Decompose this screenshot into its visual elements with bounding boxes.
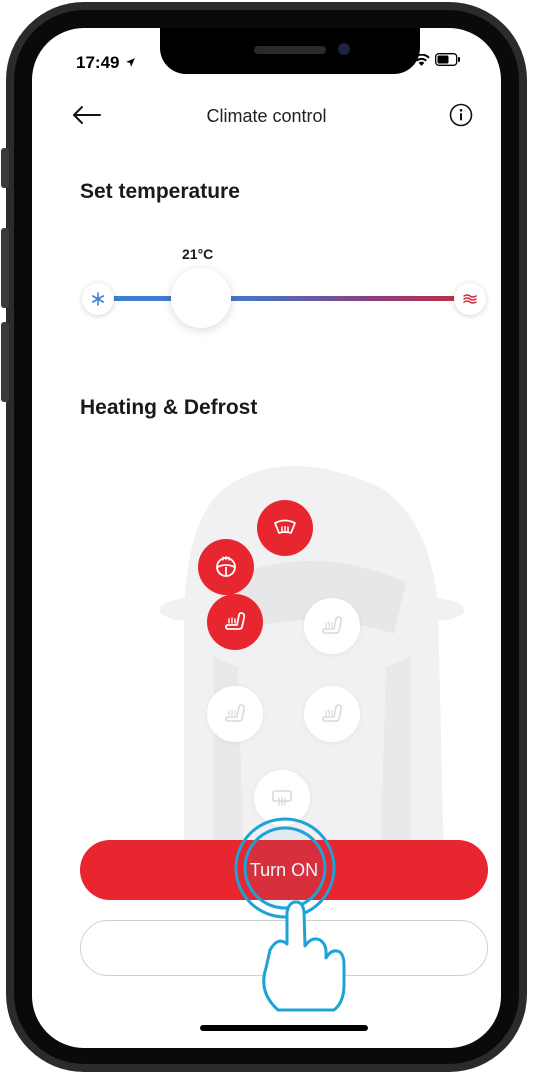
status-time: 17:49 bbox=[76, 53, 136, 73]
seat-heat-icon bbox=[322, 616, 342, 634]
wifi-icon bbox=[413, 53, 430, 66]
cellular-signal-icon bbox=[390, 53, 408, 66]
status-indicators bbox=[390, 53, 461, 66]
rear-defrost-button[interactable] bbox=[254, 770, 310, 826]
phone-volume-up bbox=[1, 228, 9, 308]
steering-wheel-icon bbox=[216, 555, 236, 577]
heating-defrost-heading: Heating & Defrost bbox=[80, 396, 258, 419]
turn-on-button[interactable]: Turn ON bbox=[80, 840, 488, 900]
temperature-slider-thumb[interactable] bbox=[171, 268, 231, 328]
front-defrost-button[interactable] bbox=[257, 500, 313, 556]
seat-heat-icon bbox=[322, 704, 342, 722]
info-icon[interactable] bbox=[449, 103, 473, 127]
status-time-text: 17:49 bbox=[76, 53, 120, 72]
driver-seat-heat-button[interactable] bbox=[207, 594, 263, 650]
page-title: Climate control bbox=[206, 106, 327, 126]
phone-volume-down bbox=[1, 322, 9, 402]
set-temperature-heading: Set temperature bbox=[80, 180, 240, 203]
rear-right-seat-heat-button[interactable] bbox=[304, 686, 360, 742]
seat-heat-icon bbox=[225, 704, 245, 722]
temperature-slider-track[interactable] bbox=[112, 296, 484, 301]
home-indicator bbox=[200, 1025, 368, 1031]
hot-end-button[interactable] bbox=[454, 283, 486, 315]
cold-end-button[interactable] bbox=[82, 283, 114, 315]
temperature-value: 21°C bbox=[182, 246, 214, 262]
steering-wheel-heat-button[interactable] bbox=[198, 539, 254, 595]
snowflake-icon bbox=[92, 292, 104, 306]
windshield-defrost-icon bbox=[274, 519, 296, 534]
location-arrow-icon bbox=[126, 58, 136, 67]
heat-waves-icon bbox=[463, 294, 477, 304]
phone-notch bbox=[160, 28, 420, 74]
seat-heat-icon bbox=[225, 612, 246, 630]
rear-left-seat-heat-button[interactable] bbox=[207, 686, 263, 742]
rear-window-defrost-icon bbox=[272, 790, 292, 806]
schedule-button[interactable]: Sc bbox=[80, 920, 488, 976]
battery-icon bbox=[435, 53, 460, 66]
passenger-seat-heat-button[interactable] bbox=[304, 598, 360, 654]
phone-mute-switch bbox=[1, 148, 9, 188]
speaker-grille bbox=[254, 46, 326, 54]
app-screen: 17:49 Climate control Set temperature 21… bbox=[32, 28, 501, 1048]
front-camera bbox=[338, 43, 350, 55]
